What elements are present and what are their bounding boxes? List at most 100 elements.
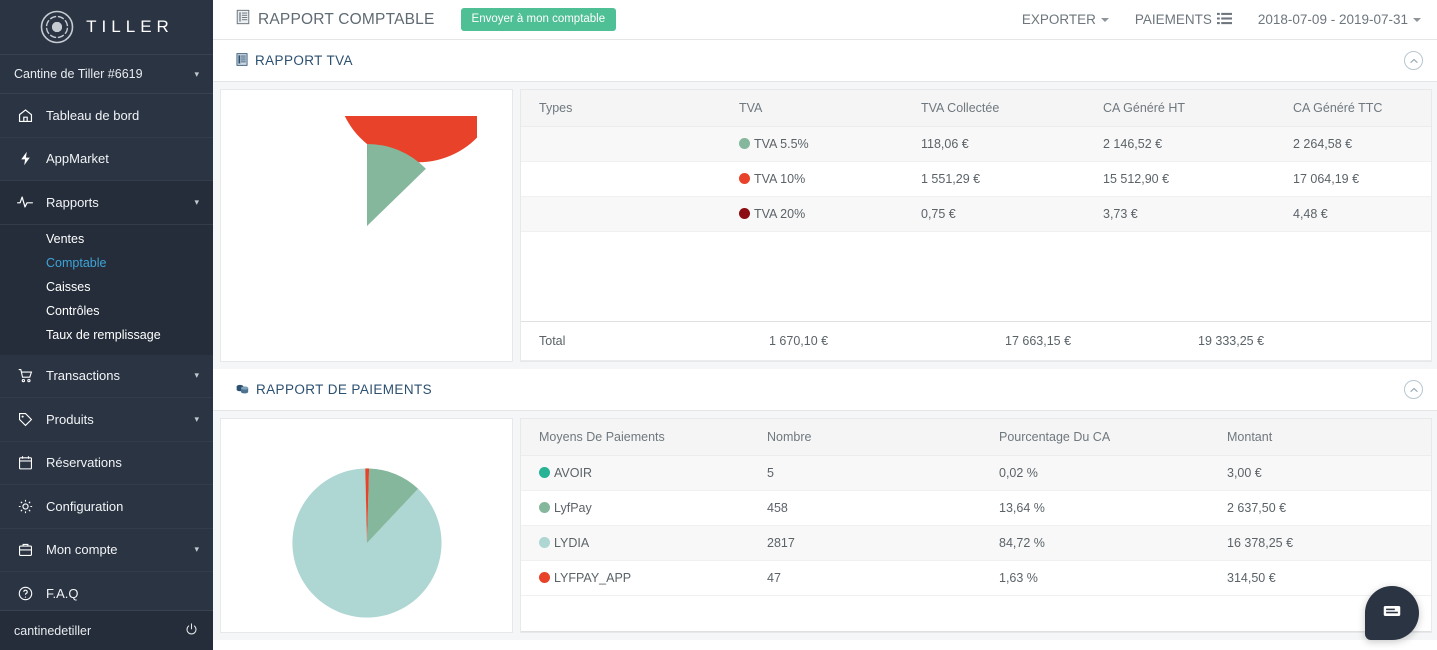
cell-tva-label: TVA 10% — [754, 172, 806, 186]
total-row: Total 1 670,10 € 17 663,15 € 19 333,25 € — [521, 322, 1431, 361]
chevron-down-icon: ▾ — [194, 370, 199, 381]
paiements-section-title: RAPPORT DE PAIEMENTS — [235, 381, 432, 399]
page-title: RAPPORT COMPTABLE — [235, 9, 435, 30]
col-pourcentage: Pourcentage Du CA — [981, 419, 1209, 456]
sidebar-subitem-caisses[interactable]: Caisses — [0, 274, 213, 299]
table-row[interactable]: TVA 5.5% 118,06 € 2 146,52 € 2 264,58 € — [521, 126, 1431, 162]
tva-section-title-text: RAPPORT TVA — [255, 53, 353, 68]
paiements-table: Moyens De Paiements Nombre Pourcentage D… — [521, 419, 1431, 596]
list-icon — [1216, 11, 1232, 29]
table-row[interactable]: LyfPay 458 13,64 % 2 637,50 € — [521, 490, 1431, 526]
sidebar-subitem-controles[interactable]: Contrôles — [0, 298, 213, 323]
send-to-accountant-button[interactable]: Envoyer à mon comptable — [460, 7, 617, 32]
cell-type — [521, 196, 721, 232]
sidebar-item-faq[interactable]: F.A.Q — [0, 572, 213, 616]
current-user: cantinedetiller — [14, 623, 92, 638]
chat-icon — [1381, 600, 1403, 627]
col-tva: TVA — [721, 90, 903, 127]
cell-tva: TVA 10% — [721, 161, 903, 197]
table-row[interactable]: TVA 20% 0,75 € 3,73 € 4,48 € — [521, 196, 1431, 232]
sidebar-item-label: Réservations — [46, 455, 122, 471]
coins-icon — [235, 381, 250, 399]
cell-tva: TVA 20% — [721, 196, 903, 232]
cell-moyen-label: LyfPay — [554, 501, 592, 515]
cell-collectee: 118,06 € — [903, 126, 1085, 162]
cell-collectee: 0,75 € — [903, 196, 1085, 232]
calendar-icon — [14, 452, 36, 474]
sidebar-item-configuration[interactable]: Configuration — [0, 485, 213, 529]
store-name: Cantine de Tiller #6619 — [14, 67, 143, 81]
table-header-row: Types TVA TVA Collectée CA Généré HT CA … — [521, 90, 1431, 127]
total-ht: 17 663,15 € — [987, 322, 1180, 361]
cell-montant: 3,00 € — [1209, 455, 1431, 491]
chat-widget-button[interactable] — [1365, 586, 1419, 640]
tva-collapse-button[interactable] — [1404, 51, 1423, 70]
sidebar-footer: cantinedetiller — [0, 610, 213, 650]
sidebar-subitem-ventes[interactable]: Ventes — [0, 226, 213, 251]
rapports-submenu: Ventes Comptable Caisses Contrôles Taux … — [0, 224, 213, 355]
sidebar-subitem-comptable[interactable]: Comptable — [0, 250, 213, 275]
sidebar-item-rapports[interactable]: Rapports ▾ — [0, 181, 213, 225]
sidebar-item-transactions[interactable]: Transactions ▾ — [0, 355, 213, 398]
sidebar-item-tableau-de-bord[interactable]: Tableau de bord — [0, 94, 213, 138]
top-toolbar: RAPPORT COMPTABLE Envoyer à mon comptabl… — [213, 0, 1437, 40]
date-range-picker[interactable]: 2018-07-09 - 2019-07-31 — [1258, 12, 1421, 27]
tiller-logo-icon — [39, 9, 75, 45]
cell-ttc: 17 064,19 € — [1275, 161, 1431, 197]
cell-nombre: 2817 — [749, 525, 981, 561]
store-selector[interactable]: Cantine de Tiller #6619 ▾ — [0, 54, 213, 94]
payment-color-swatch — [539, 537, 550, 548]
sidebar-item-appmarket[interactable]: AppMarket — [0, 138, 213, 181]
col-ca-ttc: CA Généré TTC — [1275, 90, 1431, 127]
table-row[interactable]: TVA 10% 1 551,29 € 15 512,90 € 17 064,19… — [521, 161, 1431, 197]
cell-nombre: 458 — [749, 490, 981, 526]
sidebar-item-label: Mon compte — [46, 542, 118, 558]
tva-color-swatch — [739, 138, 750, 149]
total-collectee: 1 670,10 € — [751, 322, 987, 361]
export-dropdown[interactable]: EXPORTER — [1022, 12, 1109, 27]
col-moyens: Moyens De Paiements — [521, 419, 749, 456]
brand-logo-area[interactable]: TILLER — [0, 0, 213, 54]
table-row[interactable]: AVOIR 5 0,02 % 3,00 € — [521, 455, 1431, 491]
chevron-down-icon — [1100, 17, 1109, 22]
cell-moyen-label: LYDIA — [554, 536, 590, 550]
tva-table-pane: Types TVA TVA Collectée CA Généré HT CA … — [520, 89, 1432, 362]
sidebar-item-produits[interactable]: Produits ▾ — [0, 398, 213, 442]
question-icon — [14, 582, 36, 604]
cell-pourcentage: 13,64 % — [981, 490, 1209, 526]
sidebar-subitem-taux-de-remplissage[interactable]: Taux de remplissage — [0, 322, 213, 347]
date-range-label: 2018-07-09 - 2019-07-31 — [1257, 12, 1408, 27]
sidebar-item-label: Configuration — [46, 498, 124, 514]
payments-button[interactable]: PAIEMENTS — [1135, 11, 1232, 29]
cell-ttc: 4,48 € — [1275, 196, 1431, 232]
col-montant: Montant — [1209, 419, 1431, 456]
sidebar-subitem-label: Comptable — [46, 255, 107, 270]
table-row[interactable]: LYFPAY_APP 47 1,63 % 314,50 € — [521, 560, 1431, 596]
paiements-collapse-button[interactable] — [1404, 380, 1423, 399]
cell-moyen-label: AVOIR — [554, 466, 592, 480]
sidebar-item-mon-compte[interactable]: Mon compte ▾ — [0, 529, 213, 572]
cell-ht: 3,73 € — [1085, 196, 1275, 232]
sidebar-item-reservations[interactable]: Réservations — [0, 442, 213, 485]
tag-icon — [14, 408, 36, 430]
paiements-section-title-text: RAPPORT DE PAIEMENTS — [256, 382, 433, 397]
sidebar-item-label: Transactions — [46, 368, 120, 384]
cart-icon — [14, 365, 36, 387]
paiements-table-pane: Moyens De Paiements Nombre Pourcentage D… — [520, 418, 1432, 633]
paiements-table-filler — [521, 596, 1431, 632]
tva-section-header: RAPPORT TVA — [213, 40, 1437, 82]
page-title-text: RAPPORT COMPTABLE — [258, 10, 435, 28]
report-icon — [235, 9, 251, 30]
table-row[interactable]: LYDIA 2817 84,72 % 16 378,25 € — [521, 525, 1431, 561]
cell-pourcentage: 0,02 % — [981, 455, 1209, 491]
sidebar-item-label: AppMarket — [46, 151, 109, 167]
cell-moyen: LYDIA — [521, 525, 749, 561]
cell-pourcentage: 84,72 % — [981, 525, 1209, 561]
table-header-row: Moyens De Paiements Nombre Pourcentage D… — [521, 419, 1431, 456]
power-icon[interactable] — [184, 622, 199, 640]
brand-name: TILLER — [86, 17, 174, 36]
payments-label: PAIEMENTS — [1134, 12, 1212, 27]
tva-color-swatch — [739, 208, 750, 219]
tva-table-filler — [521, 232, 1431, 322]
main-content: RAPPORT COMPTABLE Envoyer à mon comptabl… — [213, 0, 1437, 650]
